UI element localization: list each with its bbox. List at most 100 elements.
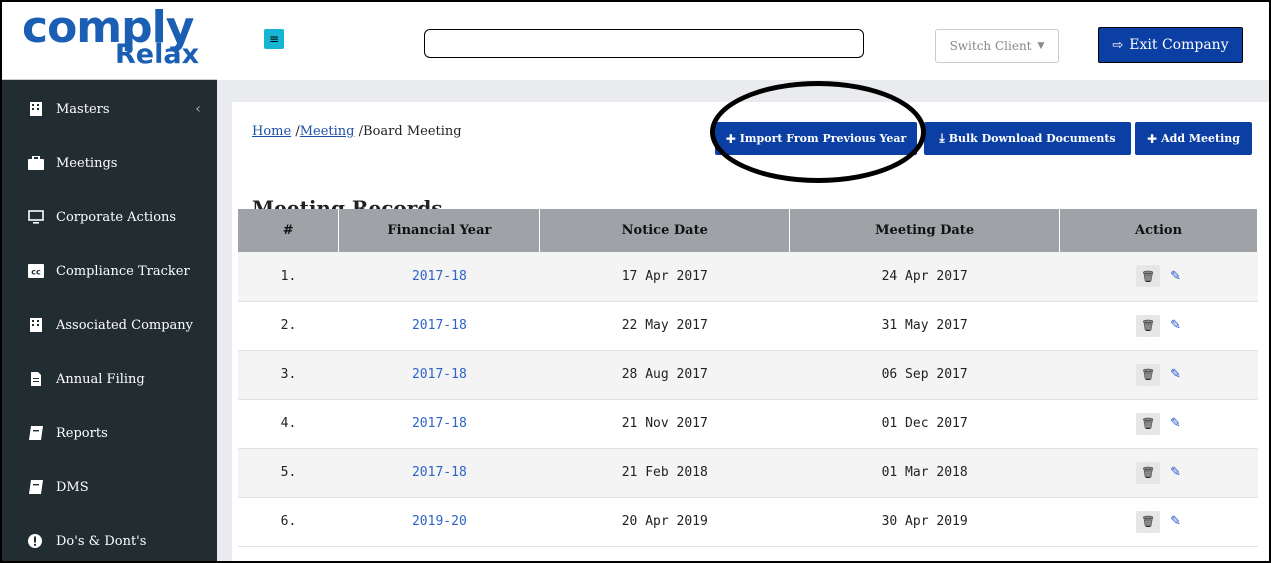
download-icon: ⤓ — [939, 131, 945, 145]
sidebar-item-label: Reports — [56, 425, 108, 441]
sidebar: comply Relax Masters ‹ Meetings Corporat… — [2, 2, 217, 561]
financial-year-link[interactable]: 2017-18 — [338, 350, 540, 400]
breadcrumb: Home /Meeting /Board Meeting — [252, 124, 462, 139]
meeting-date: 31 May 2017 — [789, 301, 1060, 351]
sidebar-item-meetings[interactable]: Meetings — [2, 136, 217, 190]
switch-client-dropdown[interactable]: Switch Client ▼ — [935, 29, 1059, 63]
exit-company-button[interactable]: ⇨ Exit Company — [1098, 27, 1243, 63]
delete-icon[interactable]: 🗑 — [1136, 412, 1161, 435]
edit-icon[interactable]: ✎ — [1170, 416, 1181, 431]
monitor-icon — [28, 210, 44, 224]
edit-icon[interactable]: ✎ — [1170, 269, 1181, 284]
sidebar-item-label: Do's & Dont's — [56, 533, 147, 549]
column-header-meeting-date[interactable]: Meeting Date — [789, 209, 1061, 252]
search-input[interactable] — [424, 29, 864, 58]
sidebar-item-label: Compliance Tracker — [56, 263, 190, 279]
notice-date: 28 Aug 2017 — [539, 350, 790, 400]
meeting-date: 06 Sep 2017 — [789, 350, 1060, 400]
row-number: 5. — [238, 448, 339, 498]
sidebar-item-label: Annual Filing — [56, 371, 145, 387]
notice-date: 21 Nov 2017 — [539, 399, 790, 449]
notice-date: 20 Apr 2019 — [539, 497, 790, 547]
book-icon — [29, 480, 43, 494]
row-number: 4. — [238, 399, 339, 449]
table-row: 6. 2019-20 20 Apr 2019 30 Apr 2019 🗑 ✎ — [238, 497, 1258, 547]
sidebar-item-dms[interactable]: DMS — [2, 460, 217, 514]
action-cell: 🗑 ✎ — [1059, 252, 1258, 302]
sidebar-item-label: Meetings — [56, 155, 118, 171]
column-header-number[interactable]: # — [238, 209, 340, 252]
logo-text-relax: Relax — [115, 39, 199, 70]
cc-icon: cc — [28, 264, 44, 278]
sidebar-item-compliance-tracker[interactable]: cc Compliance Tracker — [2, 244, 217, 298]
bulk-download-button-label: Bulk Download Documents — [948, 132, 1116, 145]
sidebar-item-associated-company[interactable]: Associated Company — [2, 298, 217, 352]
financial-year-link[interactable]: 2017-18 — [338, 301, 540, 351]
import-from-previous-year-button[interactable]: ✚ Import From Previous Year — [715, 122, 917, 155]
sidebar-item-reports[interactable]: Reports — [2, 406, 217, 460]
edit-icon[interactable]: ✎ — [1170, 514, 1181, 529]
menu-toggle-button[interactable]: ≡ — [264, 29, 284, 49]
meeting-records-table: # Financial Year Notice Date Meeting Dat… — [238, 209, 1258, 547]
action-cell: 🗑 ✎ — [1059, 497, 1258, 547]
sidebar-item-dos-donts[interactable]: Do's & Dont's — [2, 514, 217, 561]
meeting-date: 30 Apr 2019 — [789, 497, 1060, 547]
sidebar-item-annual-filing[interactable]: Annual Filing — [2, 352, 217, 406]
action-cell: 🗑 ✎ — [1059, 448, 1258, 498]
sidebar-item-label: DMS — [56, 479, 89, 495]
bulk-download-documents-button[interactable]: ⤓ Bulk Download Documents — [924, 122, 1131, 155]
notice-date: 17 Apr 2017 — [539, 252, 790, 302]
breadcrumb-home-link[interactable]: Home — [252, 124, 291, 139]
building-icon — [30, 102, 42, 116]
table-header-row: # Financial Year Notice Date Meeting Dat… — [238, 209, 1258, 252]
financial-year-link[interactable]: 2019-20 — [338, 497, 540, 547]
delete-icon[interactable]: 🗑 — [1136, 265, 1161, 288]
row-number: 1. — [238, 252, 339, 302]
edit-icon[interactable]: ✎ — [1170, 367, 1181, 382]
row-number: 2. — [238, 301, 339, 351]
app-window: comply Relax Masters ‹ Meetings Corporat… — [0, 0, 1271, 563]
row-number: 3. — [238, 350, 339, 400]
breadcrumb-current: Board Meeting — [363, 124, 462, 139]
sidebar-item-label: Associated Company — [56, 317, 194, 333]
delete-icon[interactable]: 🗑 — [1136, 363, 1161, 386]
financial-year-link[interactable]: 2017-18 — [338, 399, 540, 449]
sidebar-item-label: Corporate Actions — [56, 209, 177, 225]
sign-out-icon: ⇨ — [1112, 37, 1124, 53]
financial-year-link[interactable]: 2017-18 — [338, 448, 540, 498]
chevron-left-icon[interactable]: ‹ — [195, 101, 201, 117]
column-header-notice-date[interactable]: Notice Date — [539, 209, 791, 252]
sidebar-item-label: Masters — [56, 101, 110, 117]
column-header-financial-year[interactable]: Financial Year — [338, 209, 541, 252]
sidebar-item-corporate-actions[interactable]: Corporate Actions — [2, 190, 217, 244]
notice-date: 22 May 2017 — [539, 301, 790, 351]
meeting-date: 24 Apr 2017 — [789, 252, 1060, 302]
sidebar-nav: Masters ‹ Meetings Corporate Actions cc … — [2, 82, 217, 561]
action-cell: 🗑 ✎ — [1059, 301, 1258, 351]
row-number: 6. — [238, 497, 339, 547]
table-row: 2. 2017-18 22 May 2017 31 May 2017 🗑 ✎ — [238, 301, 1258, 351]
meeting-date: 01 Mar 2018 — [789, 448, 1060, 498]
meeting-date: 01 Dec 2017 — [789, 399, 1060, 449]
switch-client-label: Switch Client — [949, 39, 1032, 53]
add-meeting-button[interactable]: ✚ Add Meeting — [1135, 122, 1252, 155]
edit-icon[interactable]: ✎ — [1170, 465, 1181, 480]
delete-icon[interactable]: 🗑 — [1136, 314, 1161, 337]
add-meeting-button-label: Add Meeting — [1161, 132, 1240, 145]
main-content: Home /Meeting /Board Meeting ✚ Import Fr… — [217, 80, 1269, 561]
exclamation-icon — [28, 534, 42, 548]
logo[interactable]: comply Relax — [2, 2, 217, 80]
book-icon — [29, 426, 43, 440]
sidebar-item-masters[interactable]: Masters ‹ — [2, 82, 217, 136]
delete-icon[interactable]: 🗑 — [1136, 461, 1161, 484]
delete-icon[interactable]: 🗑 — [1136, 510, 1161, 533]
notice-date: 21 Feb 2018 — [539, 448, 790, 498]
briefcase-icon — [28, 156, 44, 170]
table-row: 1. 2017-18 17 Apr 2017 24 Apr 2017 🗑 ✎ — [238, 252, 1258, 302]
action-cell: 🗑 ✎ — [1059, 399, 1258, 449]
edit-icon[interactable]: ✎ — [1170, 318, 1181, 333]
plus-icon: ✚ — [1147, 131, 1158, 146]
financial-year-link[interactable]: 2017-18 — [338, 252, 540, 302]
table-row: 5. 2017-18 21 Feb 2018 01 Mar 2018 🗑 ✎ — [238, 448, 1258, 498]
breadcrumb-meeting-link[interactable]: Meeting — [300, 124, 355, 139]
